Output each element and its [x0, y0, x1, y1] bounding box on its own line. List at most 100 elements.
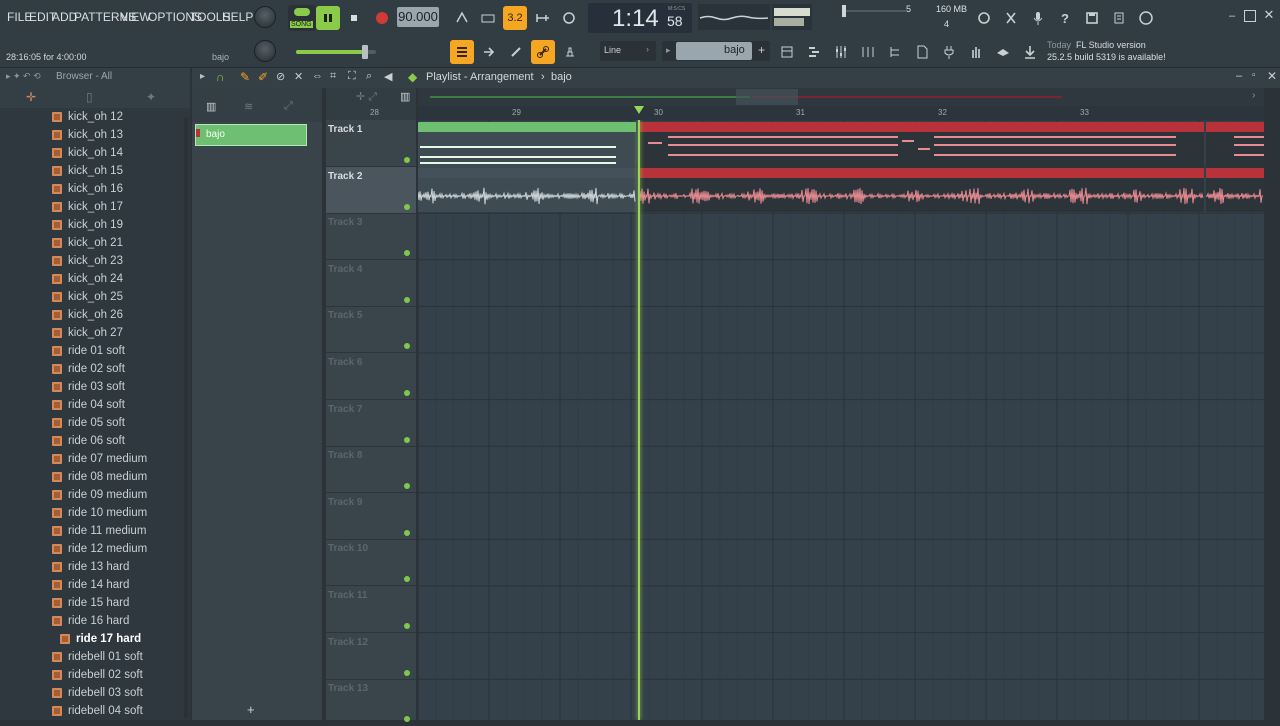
song-mode-toggle[interactable]: SONG	[288, 5, 316, 31]
master-pitch-knob[interactable]	[254, 40, 276, 62]
pattern-clip-red[interactable]: bajo	[638, 122, 1204, 168]
overview-scrollbar[interactable]: ›	[418, 88, 1264, 106]
browser-item[interactable]: ride 08 medium	[52, 468, 147, 486]
track-header[interactable]: Track 11	[326, 586, 416, 633]
pattern-selector[interactable]: ▸ bajo +	[662, 41, 770, 61]
automation-icon[interactable]: ⤢	[284, 100, 293, 113]
track-header[interactable]: Track 3	[326, 213, 416, 261]
track-header[interactable]: Track 2	[326, 166, 416, 214]
browser-item[interactable]: ride 02 soft	[52, 360, 125, 378]
record-button[interactable]	[370, 6, 394, 30]
channel-settings-button[interactable]	[856, 40, 880, 64]
wait-input-button[interactable]	[476, 6, 500, 30]
plus-icon[interactable]: ✛	[26, 90, 36, 104]
select-icon[interactable]: ⛶	[348, 70, 356, 83]
lesson-button[interactable]	[991, 40, 1015, 64]
minimize-window-button[interactable]: –	[1226, 10, 1238, 22]
audio-clip-red[interactable]: untitled_2026-03-13 02-05-12_Insert 19	[638, 168, 1204, 212]
audio-clip-grey[interactable]: untitled_2026-03-13 02-05-12_Insert 19	[418, 168, 636, 212]
typing-keyboard-button[interactable]	[504, 40, 528, 64]
document-icon[interactable]: ▯	[86, 90, 93, 104]
track-header[interactable]: Track 9	[326, 493, 416, 540]
track-header[interactable]: Track 10	[326, 539, 416, 587]
browser-item[interactable]: ride 16 hard	[52, 612, 129, 630]
browser-item[interactable]: ride 01 soft	[52, 342, 125, 360]
track-header[interactable]: Track 12	[326, 633, 416, 680]
browser-toggle-button[interactable]	[910, 40, 934, 64]
browser-item[interactable]: ridebell 04 soft	[52, 702, 143, 720]
browser-item[interactable]: ride 14 hard	[52, 576, 129, 594]
master-volume-knob[interactable]	[254, 6, 276, 28]
browser-item[interactable]: ride 09 medium	[52, 486, 147, 504]
stamp-button[interactable]	[558, 40, 582, 64]
countdown-button[interactable]: 3.2	[503, 6, 527, 30]
cut-button[interactable]	[999, 6, 1023, 30]
track-mute-led[interactable]	[404, 203, 410, 210]
browser-item[interactable]: kick_oh 24	[52, 270, 123, 288]
track-mute-led[interactable]	[404, 390, 410, 396]
blend-notes-button[interactable]	[530, 6, 554, 30]
playlist-grid[interactable]: bajo bajo bajo untitled_2026-03-13 02-05…	[418, 120, 1264, 720]
brush-icon[interactable]: ✐	[258, 70, 268, 84]
browser-item[interactable]: ridebell 02 soft	[52, 666, 143, 684]
undo-history-button[interactable]	[972, 6, 996, 30]
loop-record-button[interactable]	[557, 6, 581, 30]
browser-item[interactable]: ride 06 soft	[52, 432, 125, 450]
maximize-icon[interactable]: ▫	[1252, 70, 1256, 81]
slice-icon[interactable]: ⌗	[330, 70, 336, 83]
browser-item[interactable]: ride 04 soft	[52, 396, 125, 414]
menu-help[interactable]: HELP	[222, 10, 253, 24]
delete-icon[interactable]: ⊘	[276, 70, 285, 83]
pattern-clip-green[interactable]: bajo	[418, 122, 636, 168]
browser-item[interactable]: kick_oh 21	[52, 234, 123, 252]
record-audio-button[interactable]	[1026, 6, 1050, 30]
track-header[interactable]: Track 7	[326, 400, 416, 447]
browser-item[interactable]: ride 10 medium	[52, 504, 147, 522]
track-mute-led[interactable]	[404, 669, 410, 676]
piano-roll-button[interactable]	[802, 40, 826, 64]
next-button[interactable]	[477, 40, 501, 64]
track-mute-led[interactable]	[404, 623, 410, 629]
browser-item[interactable]: kick_oh 15	[52, 162, 123, 180]
browser-scrollbar[interactable]	[184, 118, 188, 718]
browser-item[interactable]: ride 15 hard	[52, 594, 129, 612]
browser-item[interactable]: ride 13 hard	[52, 558, 129, 576]
browser-item[interactable]: kick_oh 19	[52, 216, 123, 234]
playhead-marker-icon[interactable]	[634, 106, 644, 114]
slip-icon[interactable]: ⇔	[312, 70, 323, 82]
browser-item[interactable]: kick_oh 16	[52, 180, 123, 198]
tempo-display[interactable]: 90.000	[397, 7, 439, 27]
close-window-button[interactable]: ✕	[1262, 8, 1276, 22]
track-header[interactable]: Track 8	[326, 446, 416, 494]
browser-item[interactable]: kick_oh 14	[52, 144, 123, 162]
channel-rack-button[interactable]	[775, 40, 799, 64]
browser-item[interactable]: kick_oh 17	[52, 198, 123, 216]
close-icon[interactable]: ✕	[1267, 69, 1277, 83]
track-mute-led[interactable]	[404, 483, 410, 490]
track-mute-led[interactable]	[404, 529, 410, 536]
mixer-button[interactable]	[829, 40, 853, 64]
pencil-icon[interactable]: ✎	[240, 70, 250, 84]
track-header[interactable]: Track 6	[326, 353, 416, 400]
track-header[interactable]: Track 1	[326, 120, 416, 167]
restore-window-button[interactable]	[1244, 10, 1256, 22]
pattern-clip-red-2[interactable]: bajo	[1206, 122, 1264, 168]
browser-item[interactable]: ride 07 medium	[52, 450, 147, 468]
minimize-icon[interactable]: –	[1236, 70, 1242, 82]
add-pattern-icon[interactable]: +	[758, 43, 765, 57]
audio-clip-red-2[interactable]: untitl...ert 19	[1206, 168, 1264, 212]
news-panel[interactable]: Today FL Studio version 25.2.5 build 531…	[1044, 38, 1180, 66]
menu-view[interactable]: VIEW	[120, 10, 151, 24]
mute-icon[interactable]: ✕	[294, 70, 303, 83]
browser-item[interactable]: kick_oh 13	[52, 126, 123, 144]
browser-item[interactable]: kick_oh 23	[52, 252, 123, 270]
save-button[interactable]	[1080, 6, 1104, 30]
zoom-icon[interactable]: ⌕	[366, 70, 372, 83]
waveform-icon[interactable]: ≋	[244, 100, 253, 113]
download-update-button[interactable]	[1018, 40, 1042, 64]
master-volume-slider[interactable]	[296, 45, 376, 59]
track-mute-led[interactable]	[404, 157, 410, 163]
help-button[interactable]: ?	[1053, 6, 1077, 30]
track-mute-led[interactable]	[404, 436, 410, 443]
touch-keyboard-button[interactable]	[964, 40, 988, 64]
